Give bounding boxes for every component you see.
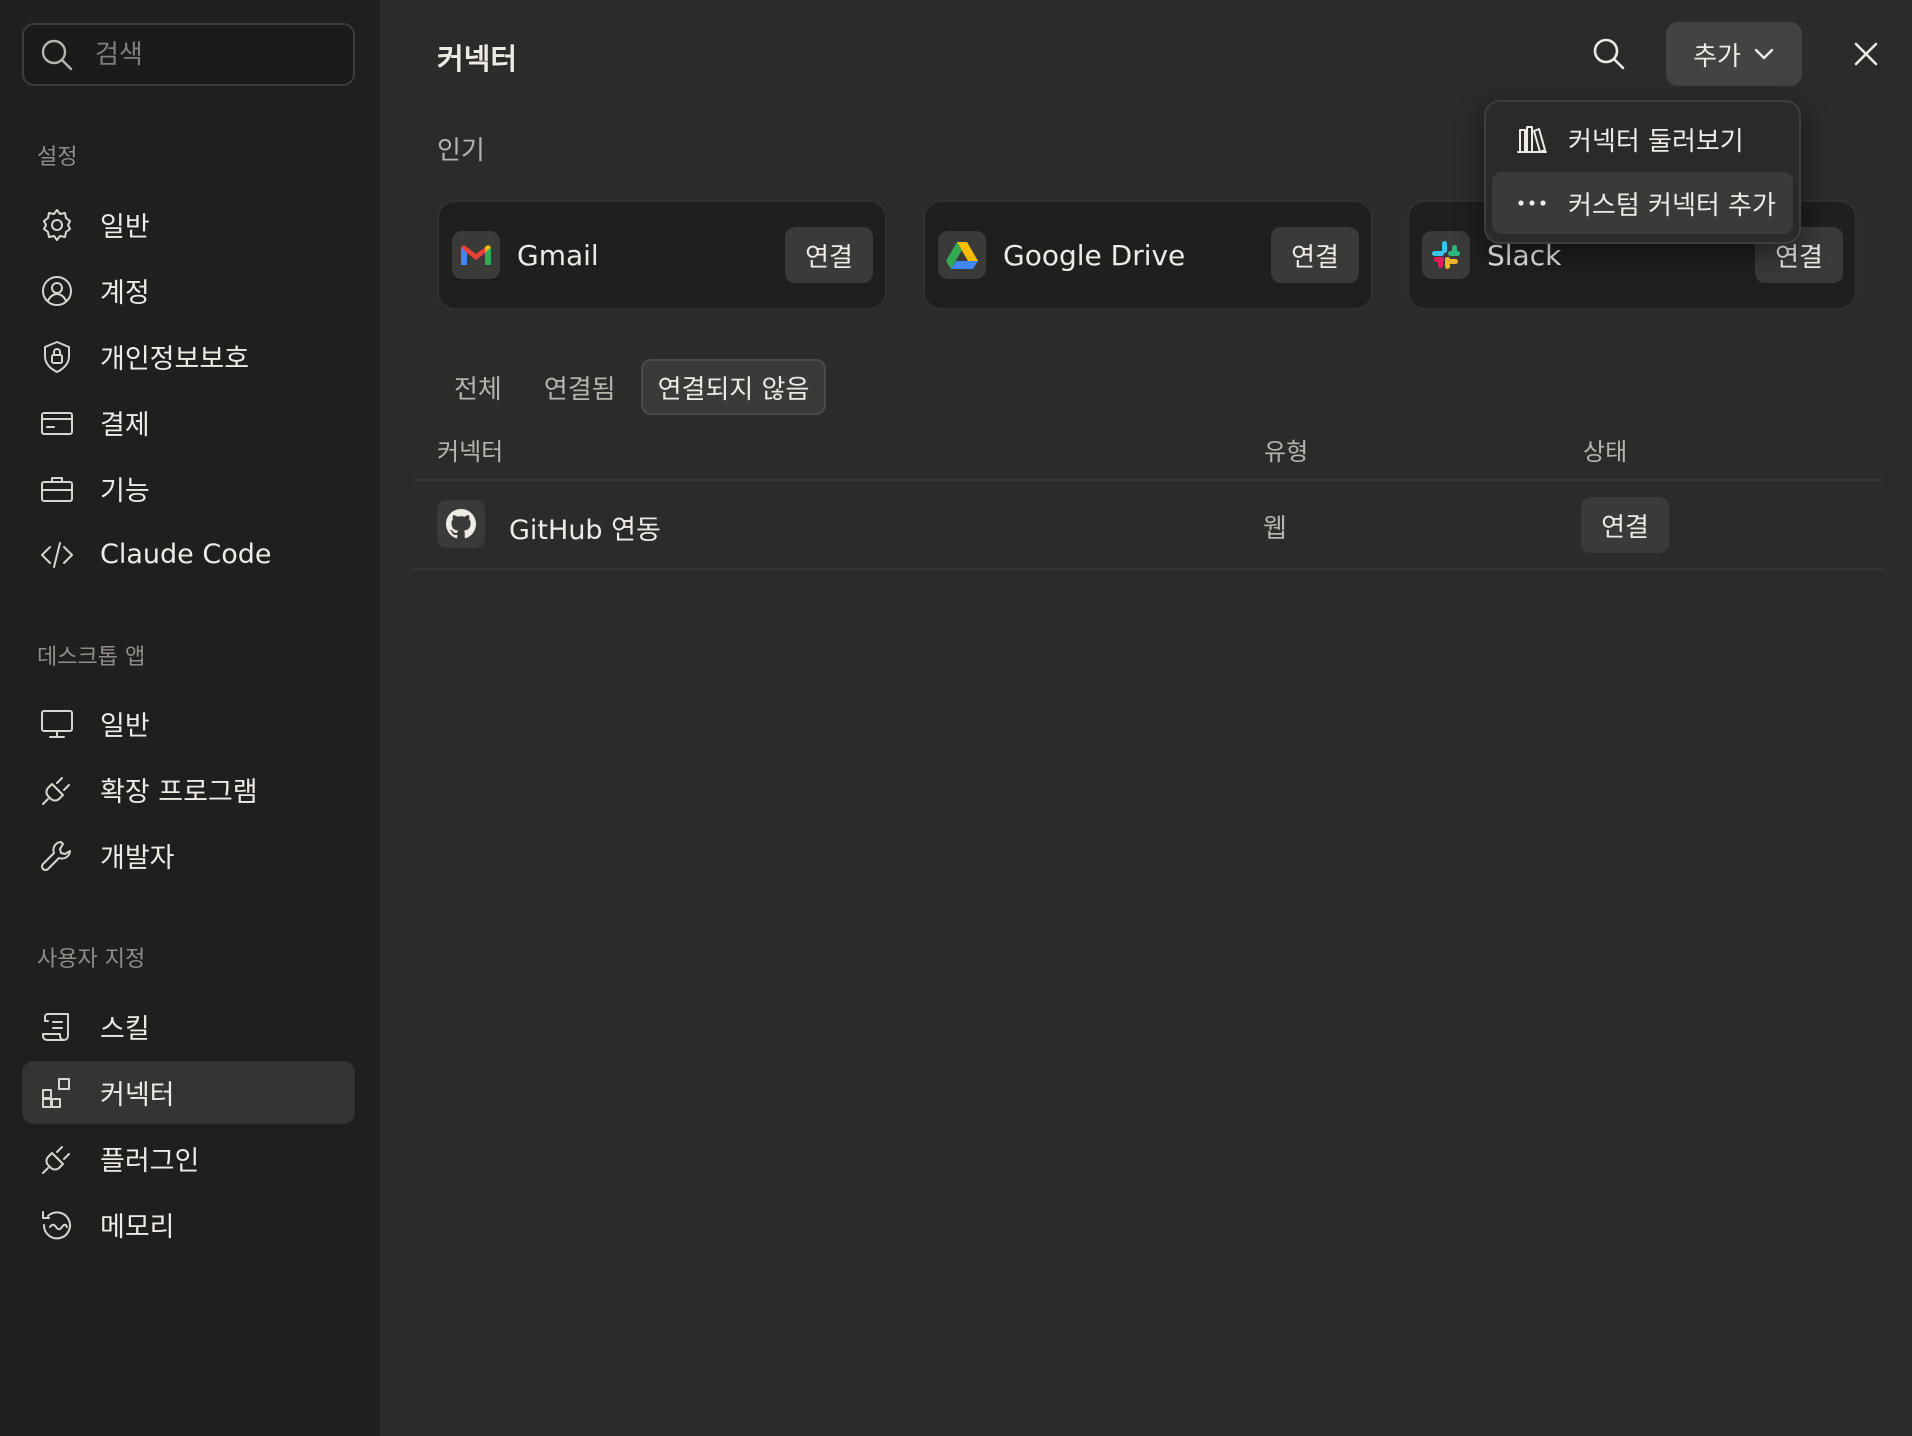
section-label-customize: 사용자 지정 (37, 947, 146, 972)
menu-item-browse-connectors[interactable]: 커넥터 둘러보기 (1492, 108, 1793, 170)
divider (413, 568, 1883, 570)
filter-tabs: 전체 연결됨 연결되지 않음 (437, 359, 827, 415)
connector-type: 웹 (1263, 514, 1287, 544)
gear-icon (38, 206, 76, 244)
menu-item-add-custom-connector[interactable]: 커스텀 커넥터 추가 (1492, 172, 1793, 234)
history-icon (38, 1206, 76, 1244)
scroll-icon (38, 1008, 76, 1046)
connector-name: Gmail (517, 238, 599, 272)
code-icon (38, 536, 76, 574)
sidebar-item-label: 일반 (100, 212, 150, 243)
sidebar-item-privacy[interactable]: 개인정보보호 (22, 325, 355, 388)
monitor-icon (38, 705, 76, 743)
tab-connected[interactable]: 연결됨 (527, 359, 633, 415)
section-label-settings: 설정 (37, 145, 78, 170)
sidebar-item-skills[interactable]: 스킬 (22, 995, 355, 1058)
sidebar-item-label: 기능 (100, 476, 150, 507)
library-icon (1514, 121, 1550, 157)
sidebar-item-label: 개발자 (100, 843, 175, 874)
sidebar-item-claude-code[interactable]: Claude Code (22, 523, 355, 586)
chevron-down-icon (1754, 48, 1774, 60)
menu-item-label: 커넥터 둘러보기 (1568, 126, 1744, 157)
column-header-status: 상태 (1583, 438, 1628, 466)
connector-card-gmail: Gmail 연결 (437, 200, 887, 310)
divider (413, 479, 1883, 481)
column-header-type: 유형 (1264, 438, 1309, 466)
menu-item-label: 커스텀 커넥터 추가 (1568, 190, 1776, 221)
sidebar-item-label: Claude Code (100, 539, 272, 570)
plug-icon (38, 771, 76, 809)
search-icon (1593, 38, 1625, 70)
sidebar-item-features[interactable]: 기능 (22, 457, 355, 520)
tab-all[interactable]: 전체 (437, 359, 519, 415)
sidebar-item-label: 확장 프로그램 (100, 777, 258, 808)
page-title: 커넥터 (437, 42, 518, 76)
more-horizontal-icon (1514, 185, 1550, 221)
sidebar-item-label: 커넥터 (100, 1080, 175, 1111)
sidebar-item-memory[interactable]: 메모리 (22, 1193, 355, 1256)
sidebar-item-general[interactable]: 일반 (22, 193, 355, 256)
search-input[interactable] (95, 39, 325, 70)
connect-button[interactable]: 연결 (1581, 497, 1669, 553)
sidebar-item-label: 일반 (100, 711, 150, 742)
gmail-icon (452, 231, 500, 279)
credit-card-icon (38, 404, 76, 442)
plug-icon (38, 1140, 76, 1178)
table-row: GitHub 연동 웹 연결 (437, 497, 1837, 553)
sidebar-item-label: 계정 (100, 278, 150, 309)
settings-window: 설정 일반 계정 개인정보보호 결제 (0, 0, 1912, 1436)
grid-plus-icon (38, 1074, 76, 1112)
add-button-label: 추가 (1693, 41, 1741, 72)
search-icon (41, 39, 73, 70)
sidebar-item-desktop-general[interactable]: 일반 (22, 692, 355, 755)
sidebar-item-extensions[interactable]: 확장 프로그램 (22, 758, 355, 821)
section-label-desktop-app: 데스크톱 앱 (37, 645, 146, 670)
connect-button[interactable]: 연결 (1271, 227, 1359, 283)
add-dropdown-menu: 커넥터 둘러보기 커스텀 커넥터 추가 (1484, 100, 1801, 244)
shield-lock-icon (38, 338, 76, 376)
slack-icon (1422, 231, 1470, 279)
sidebar-item-label: 메모리 (100, 1212, 175, 1243)
google-drive-icon (938, 231, 986, 279)
connector-name: GitHub 연동 (509, 515, 661, 546)
sidebar-item-account[interactable]: 계정 (22, 259, 355, 322)
sidebar-search[interactable] (22, 23, 355, 86)
connect-button[interactable]: 연결 (785, 227, 873, 283)
add-button[interactable]: 추가 (1666, 22, 1802, 86)
column-header-connector: 커넥터 (437, 438, 504, 466)
briefcase-icon (38, 470, 76, 508)
sidebar: 설정 일반 계정 개인정보보호 결제 (0, 0, 380, 1436)
sidebar-item-plugins[interactable]: 플러그인 (22, 1127, 355, 1190)
connector-name: Google Drive (1003, 238, 1186, 272)
close-icon (1854, 42, 1878, 66)
popular-section-label: 인기 (437, 136, 485, 166)
sidebar-item-label: 개인정보보호 (100, 344, 250, 375)
sidebar-item-developer[interactable]: 개발자 (22, 824, 355, 887)
sidebar-item-label: 결제 (100, 410, 150, 441)
sidebar-item-label: 플러그인 (100, 1146, 200, 1177)
tab-not-connected[interactable]: 연결되지 않음 (640, 359, 827, 415)
github-icon (437, 500, 485, 548)
search-button[interactable] (1585, 30, 1633, 78)
sidebar-item-billing[interactable]: 결제 (22, 391, 355, 454)
sidebar-item-label: 스킬 (100, 1014, 150, 1045)
close-button[interactable] (1842, 30, 1890, 78)
sidebar-item-connectors[interactable]: 커넥터 (22, 1061, 355, 1124)
wrench-icon (38, 837, 76, 875)
connector-card-google-drive: Google Drive 연결 (923, 200, 1373, 310)
user-circle-icon (38, 272, 76, 310)
